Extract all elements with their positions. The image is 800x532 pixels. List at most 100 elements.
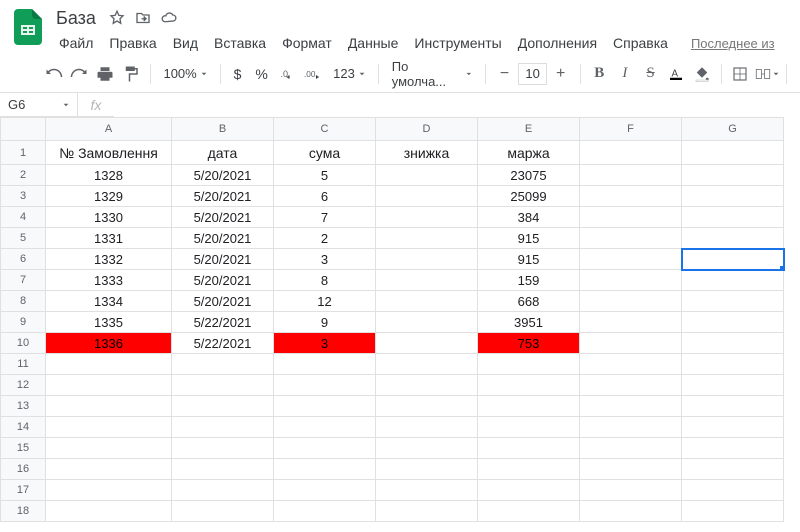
cell-G15[interactable]	[682, 438, 784, 459]
cell-D6[interactable]	[376, 249, 478, 270]
cell-C16[interactable]	[274, 459, 376, 480]
cell-D10[interactable]	[376, 333, 478, 354]
cell-D3[interactable]	[376, 186, 478, 207]
cell-G12[interactable]	[682, 375, 784, 396]
cell-B3[interactable]: 5/20/2021	[172, 186, 274, 207]
cell-G1[interactable]	[682, 141, 784, 165]
cell-E4[interactable]: 384	[478, 207, 580, 228]
cell-A17[interactable]	[46, 480, 172, 501]
cell-A3[interactable]: 1329	[46, 186, 172, 207]
cell-E17[interactable]	[478, 480, 580, 501]
cell-E6[interactable]: 915	[478, 249, 580, 270]
row-header-3[interactable]: 3	[1, 186, 46, 207]
cell-G3[interactable]	[682, 186, 784, 207]
name-box[interactable]: G6	[0, 93, 78, 117]
cell-D5[interactable]	[376, 228, 478, 249]
zoom-dropdown[interactable]: 100%	[157, 61, 212, 87]
row-header-15[interactable]: 15	[1, 438, 46, 459]
cell-G11[interactable]	[682, 354, 784, 375]
cell-D15[interactable]	[376, 438, 478, 459]
cell-C3[interactable]: 6	[274, 186, 376, 207]
cell-C17[interactable]	[274, 480, 376, 501]
cell-E5[interactable]: 915	[478, 228, 580, 249]
cell-D2[interactable]	[376, 165, 478, 186]
cell-B15[interactable]	[172, 438, 274, 459]
cell-E15[interactable]	[478, 438, 580, 459]
row-header-8[interactable]: 8	[1, 291, 46, 312]
percent-button[interactable]: %	[249, 61, 273, 87]
column-header-G[interactable]: G	[682, 118, 784, 141]
cell-F4[interactable]	[580, 207, 682, 228]
cell-B16[interactable]	[172, 459, 274, 480]
cell-F2[interactable]	[580, 165, 682, 186]
row-header-14[interactable]: 14	[1, 417, 46, 438]
font-size-increase[interactable]: +	[549, 61, 573, 87]
row-header-9[interactable]: 9	[1, 312, 46, 333]
cell-E8[interactable]: 668	[478, 291, 580, 312]
cell-E2[interactable]: 23075	[478, 165, 580, 186]
cell-C14[interactable]	[274, 417, 376, 438]
cell-A15[interactable]	[46, 438, 172, 459]
row-header-1[interactable]: 1	[1, 141, 46, 165]
cell-A5[interactable]: 1331	[46, 228, 172, 249]
star-icon[interactable]	[108, 9, 126, 27]
cell-C5[interactable]: 2	[274, 228, 376, 249]
column-header-B[interactable]: B	[172, 118, 274, 141]
cell-G2[interactable]	[682, 165, 784, 186]
cell-B14[interactable]	[172, 417, 274, 438]
paint-format-button[interactable]	[119, 61, 143, 87]
cell-A14[interactable]	[46, 417, 172, 438]
column-header-A[interactable]: A	[46, 118, 172, 141]
cell-E16[interactable]	[478, 459, 580, 480]
row-header-10[interactable]: 10	[1, 333, 46, 354]
cell-B6[interactable]: 5/20/2021	[172, 249, 274, 270]
font-size-decrease[interactable]: −	[493, 61, 517, 87]
cell-A10[interactable]: 1336	[46, 333, 172, 354]
sheets-logo[interactable]	[8, 7, 48, 47]
menu-file[interactable]: Файл	[52, 32, 100, 54]
cell-D17[interactable]	[376, 480, 478, 501]
row-header-6[interactable]: 6	[1, 249, 46, 270]
cell-F1[interactable]	[580, 141, 682, 165]
print-button[interactable]	[93, 61, 117, 87]
cell-G10[interactable]	[682, 333, 784, 354]
cell-D12[interactable]	[376, 375, 478, 396]
borders-button[interactable]	[729, 61, 753, 87]
cell-F10[interactable]	[580, 333, 682, 354]
cell-A12[interactable]	[46, 375, 172, 396]
row-header-4[interactable]: 4	[1, 207, 46, 228]
cell-E12[interactable]	[478, 375, 580, 396]
row-header-7[interactable]: 7	[1, 270, 46, 291]
cell-F18[interactable]	[580, 501, 682, 522]
menu-format[interactable]: Формат	[275, 32, 339, 54]
cell-A7[interactable]: 1333	[46, 270, 172, 291]
cell-B10[interactable]: 5/22/2021	[172, 333, 274, 354]
column-header-C[interactable]: C	[274, 118, 376, 141]
decrease-decimal-button[interactable]: .0	[276, 61, 300, 87]
increase-decimal-button[interactable]: .00	[302, 61, 326, 87]
menu-insert[interactable]: Вставка	[207, 32, 273, 54]
cell-G14[interactable]	[682, 417, 784, 438]
cell-F8[interactable]	[580, 291, 682, 312]
cell-C2[interactable]: 5	[274, 165, 376, 186]
currency-button[interactable]: $	[228, 61, 248, 87]
cell-B1[interactable]: дата	[172, 141, 274, 165]
menu-tools[interactable]: Инструменты	[407, 32, 508, 54]
cell-F13[interactable]	[580, 396, 682, 417]
bold-button[interactable]: B	[587, 61, 611, 87]
row-header-12[interactable]: 12	[1, 375, 46, 396]
cell-E11[interactable]	[478, 354, 580, 375]
menu-help[interactable]: Справка	[606, 32, 675, 54]
cell-D18[interactable]	[376, 501, 478, 522]
cell-C11[interactable]	[274, 354, 376, 375]
column-header-D[interactable]: D	[376, 118, 478, 141]
menu-addons[interactable]: Дополнения	[511, 32, 604, 54]
cell-E18[interactable]	[478, 501, 580, 522]
cell-F6[interactable]	[580, 249, 682, 270]
cell-A2[interactable]: 1328	[46, 165, 172, 186]
cell-D13[interactable]	[376, 396, 478, 417]
italic-button[interactable]: I	[613, 61, 637, 87]
cell-F17[interactable]	[580, 480, 682, 501]
cell-B4[interactable]: 5/20/2021	[172, 207, 274, 228]
cell-D14[interactable]	[376, 417, 478, 438]
